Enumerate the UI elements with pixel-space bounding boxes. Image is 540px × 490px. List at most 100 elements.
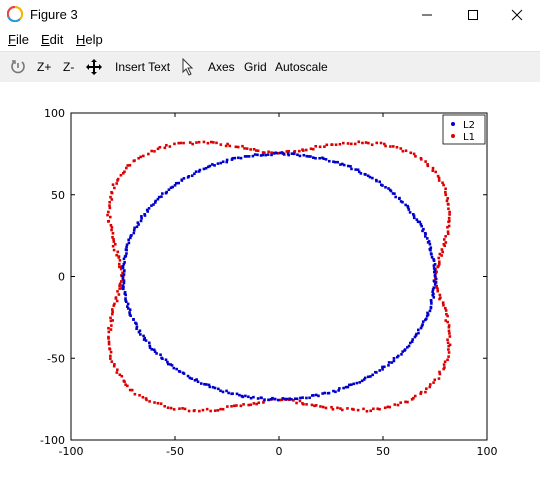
L1-point [166, 406, 170, 410]
L2-point [125, 245, 128, 249]
L1-point [424, 390, 427, 394]
L1-point [442, 363, 446, 366]
L2-point [132, 318, 135, 321]
L2-point [296, 153, 299, 157]
L1-point [447, 324, 451, 327]
L1-point [448, 219, 451, 223]
L2-point [147, 341, 151, 345]
L2-point [139, 219, 143, 223]
L1-point [444, 309, 448, 312]
maximize-button[interactable] [450, 0, 496, 30]
L2-point [178, 370, 182, 373]
L1-point [109, 350, 113, 354]
L1-point [424, 160, 427, 163]
L1-point [156, 401, 160, 405]
L1-point [111, 231, 115, 235]
menu-help[interactable]: Help [76, 32, 103, 47]
L2-point [121, 274, 124, 278]
L1-point [393, 403, 397, 406]
minimize-button[interactable] [404, 0, 450, 30]
L2-point [426, 311, 429, 315]
L2-point [429, 305, 433, 309]
L2-point [314, 156, 317, 160]
rotate-icon[interactable] [9, 58, 27, 76]
L1-point [305, 403, 308, 406]
L1-point [108, 204, 111, 207]
L1-point [224, 144, 228, 148]
legend: L2L1 [442, 114, 486, 145]
L2-point [123, 255, 127, 258]
L1-point [365, 409, 369, 413]
zoom-out-button[interactable]: Z- [63, 60, 74, 74]
menu-help-label: elp [85, 32, 103, 47]
pan-arrows-icon[interactable] [85, 58, 103, 76]
L1-point [191, 142, 194, 146]
zoom-in-button[interactable]: Z+ [37, 60, 51, 74]
L2-point [271, 396, 274, 400]
L1-point [132, 159, 136, 163]
legend-marker [451, 134, 455, 138]
scatter-plot[interactable]: -100 -50 0 50 100-100-50050100 L2L1 [0, 82, 540, 487]
L1-point [444, 190, 447, 194]
L2-point [411, 213, 415, 216]
menu-file-mnemonic: F [8, 32, 16, 47]
L2-point [334, 390, 337, 394]
L1-point [226, 405, 229, 408]
L1-point [419, 156, 423, 160]
L2-point [433, 273, 437, 277]
L2-point [339, 163, 342, 166]
L1-point [311, 147, 315, 151]
L1-point [206, 141, 210, 145]
L1-point [448, 335, 452, 338]
L2-point [285, 397, 289, 401]
grid-button[interactable]: Grid [244, 60, 267, 74]
L1-point [338, 142, 342, 146]
L2-point [286, 152, 290, 156]
L1-point [431, 166, 435, 170]
L1-point [116, 250, 120, 254]
L1-point [391, 145, 395, 148]
L2-point [383, 365, 386, 369]
L1-point [209, 409, 212, 413]
L2-point [190, 377, 194, 380]
L1-point [114, 297, 118, 300]
L2-point [332, 160, 335, 163]
menu-edit-label: dit [49, 32, 64, 47]
L1-point [213, 409, 217, 412]
L1-point [116, 290, 119, 293]
L2-point [416, 328, 420, 332]
L1-point [304, 148, 308, 152]
menu-edit[interactable]: Edit [41, 32, 63, 47]
L1-point [446, 341, 450, 345]
L2-point [140, 216, 143, 220]
L1-point [107, 330, 111, 334]
L1-point [239, 404, 243, 408]
L2-point [346, 164, 350, 168]
L2-point [433, 263, 437, 266]
L1-point [115, 371, 119, 374]
L2-point [392, 359, 396, 363]
L2-point [278, 151, 282, 155]
cursor-arrow-icon[interactable] [181, 58, 195, 76]
L1-point [111, 312, 114, 316]
x-tick-label: 0 [276, 445, 283, 458]
axes-button[interactable]: Axes [208, 60, 235, 74]
L1-point [242, 403, 245, 406]
L2-point [352, 382, 356, 386]
L1-point [111, 308, 114, 311]
L2-point [125, 243, 129, 247]
L1-point [108, 347, 112, 351]
L2-point [267, 398, 270, 402]
insert-text-button[interactable]: Insert Text [115, 60, 170, 74]
close-button[interactable] [494, 0, 540, 30]
L1-point [235, 404, 238, 407]
L1-point [438, 252, 442, 256]
L2-point [399, 200, 403, 203]
x-tick-label: 100 [477, 445, 498, 458]
menu-file[interactable]: File [8, 32, 29, 47]
L2-point [432, 286, 436, 289]
L2-point [290, 152, 294, 155]
L2-point [272, 152, 276, 155]
L1-point [110, 360, 114, 363]
autoscale-button[interactable]: Autoscale [275, 60, 328, 74]
